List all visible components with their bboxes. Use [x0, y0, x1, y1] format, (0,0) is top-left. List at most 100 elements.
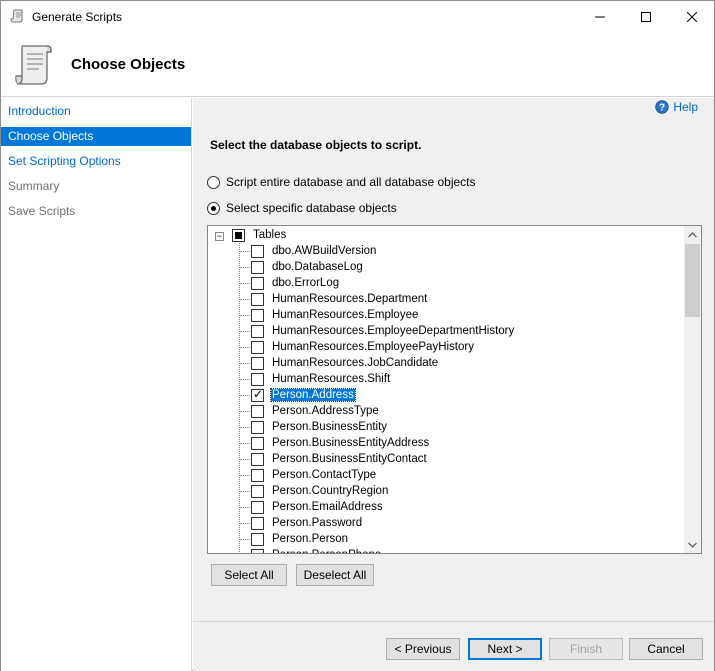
minimize-icon: [595, 16, 605, 17]
tree-node-label: Tables: [253, 229, 287, 241]
page-title: Choose Objects: [71, 56, 186, 73]
finish-button: Finish: [549, 638, 623, 660]
tree-vertical-scrollbar[interactable]: [684, 226, 701, 553]
table-checkbox[interactable]: [251, 548, 264, 553]
table-checkbox[interactable]: [251, 340, 264, 354]
tree-node-table[interactable]: Person.BusinessEntityAddress: [251, 435, 430, 451]
tree-node-table[interactable]: Person.Password: [251, 515, 363, 531]
tree-node-table[interactable]: dbo.DatabaseLog: [251, 259, 364, 275]
tree-node-tables[interactable]: Tables: [232, 227, 287, 243]
tree-connector: [240, 379, 250, 380]
tree-node-label: Person.BusinessEntity: [272, 421, 388, 433]
tree-node-table[interactable]: Person.CountryRegion: [251, 483, 389, 499]
tree-connector: [240, 299, 250, 300]
table-checkbox[interactable]: [251, 292, 264, 306]
minimize-button[interactable]: [577, 1, 623, 32]
tree-connector: [240, 331, 250, 332]
select-specific-objects-radio[interactable]: [207, 201, 220, 215]
table-checkbox[interactable]: [251, 260, 264, 274]
table-checkbox[interactable]: [251, 500, 264, 514]
tree-node-table[interactable]: dbo.AWBuildVersion: [251, 243, 377, 259]
script-entire-database-label: Script entire database and all database …: [226, 175, 476, 189]
table-checkbox[interactable]: [251, 468, 264, 482]
tree-connector: [240, 475, 250, 476]
table-checkbox[interactable]: [251, 324, 264, 338]
table-checkbox[interactable]: [251, 276, 264, 290]
tree-connector: [240, 443, 250, 444]
tree-node-table[interactable]: Person.PersonPhone: [251, 547, 382, 553]
tree-node-table[interactable]: Person.Person: [251, 531, 349, 547]
maximize-button[interactable]: [623, 1, 669, 32]
tree-connector: [240, 395, 250, 396]
nav-item-introduction[interactable]: Introduction: [1, 102, 191, 121]
tree-node-label: Person.Password: [272, 517, 363, 529]
main-panel: ? Help Select the database objects to sc…: [193, 98, 714, 671]
help-label: Help: [673, 100, 698, 114]
tree-node-label: HumanResources.Department: [272, 293, 428, 305]
instruction-text: Select the database objects to script.: [210, 138, 422, 152]
tree-node-table[interactable]: Person.EmailAddress: [251, 499, 384, 515]
tree-connector: [240, 283, 250, 284]
help-icon: ?: [655, 100, 670, 114]
table-checkbox[interactable]: [251, 372, 264, 386]
tables-checkbox[interactable]: [232, 228, 245, 242]
deselect-all-button[interactable]: Deselect All: [296, 564, 374, 586]
tree-node-table[interactable]: HumanResources.Employee: [251, 307, 419, 323]
select-all-button[interactable]: Select All: [211, 564, 287, 586]
scrollbar-thumb[interactable]: [685, 244, 700, 317]
tree-node-table[interactable]: Person.ContactType: [251, 467, 377, 483]
wizard-navigation: Introduction Choose Objects Set Scriptin…: [1, 98, 192, 671]
script-entire-database-option[interactable]: Script entire database and all database …: [207, 175, 476, 189]
table-checkbox[interactable]: [251, 356, 264, 370]
table-checkbox[interactable]: [251, 308, 264, 322]
tree-node-table[interactable]: HumanResources.Department: [251, 291, 428, 307]
table-checkbox[interactable]: [251, 532, 264, 546]
tree-node-label: Person.AddressType: [272, 405, 379, 417]
table-checkbox[interactable]: [251, 387, 264, 402]
tree-node-table[interactable]: HumanResources.EmployeeDepartmentHistory: [251, 323, 515, 339]
scroll-up-icon[interactable]: [684, 226, 701, 243]
scroll-down-icon[interactable]: [684, 536, 701, 553]
tree-node-table[interactable]: Person.AddressType: [251, 403, 380, 419]
table-checkbox[interactable]: [251, 420, 264, 434]
table-checkbox[interactable]: [251, 484, 264, 498]
cancel-button[interactable]: Cancel: [629, 638, 703, 660]
tree-node-table[interactable]: Person.BusinessEntity: [251, 419, 388, 435]
tree-node-table[interactable]: Person.BusinessEntityContact: [251, 451, 428, 467]
nav-item-set-scripting-options[interactable]: Set Scripting Options: [1, 152, 191, 171]
table-checkbox[interactable]: [251, 244, 264, 258]
table-checkbox[interactable]: [251, 436, 264, 450]
tree-node-label: HumanResources.Shift: [272, 373, 391, 385]
nav-item-save-scripts: Save Scripts: [8, 204, 76, 218]
select-specific-objects-option[interactable]: Select specific database objects: [207, 201, 397, 215]
nav-item-summary: Summary: [8, 179, 60, 193]
collapse-icon[interactable]: −: [215, 232, 224, 241]
tree-connector: [240, 411, 250, 412]
footer-divider: [193, 621, 714, 622]
next-button[interactable]: Next >: [468, 638, 542, 660]
table-checkbox[interactable]: [251, 516, 264, 530]
tree-node-table[interactable]: Person.Address: [251, 387, 356, 403]
tree-connector: [240, 507, 250, 508]
script-entire-database-radio[interactable]: [207, 175, 220, 189]
table-checkbox[interactable]: [251, 404, 264, 418]
table-checkbox[interactable]: [251, 452, 264, 466]
previous-button[interactable]: < Previous: [386, 638, 460, 660]
tree-connector: [240, 267, 250, 268]
close-button[interactable]: [669, 1, 715, 32]
object-tree[interactable]: − Tables dbo.AWBuildVersion dbo.DatabaseL…: [207, 225, 702, 554]
tree-connector: [240, 251, 250, 252]
tree-node-table[interactable]: HumanResources.EmployeePayHistory: [251, 339, 475, 355]
title-bar: Generate Scripts: [1, 1, 714, 32]
tree-node-label: HumanResources.JobCandidate: [272, 357, 439, 369]
tree-node-label: dbo.ErrorLog: [272, 277, 340, 289]
close-icon: [687, 11, 697, 22]
help-link[interactable]: ? Help: [655, 100, 698, 114]
nav-item-choose-objects[interactable]: Choose Objects: [1, 127, 191, 146]
tree-node-table[interactable]: HumanResources.Shift: [251, 371, 391, 387]
tree-node-label: dbo.DatabaseLog: [272, 261, 363, 273]
tree-node-table[interactable]: HumanResources.JobCandidate: [251, 355, 439, 371]
tree-node-table[interactable]: dbo.ErrorLog: [251, 275, 340, 291]
window-title: Generate Scripts: [32, 10, 123, 24]
tree-node-label: Person.Address: [270, 388, 356, 402]
